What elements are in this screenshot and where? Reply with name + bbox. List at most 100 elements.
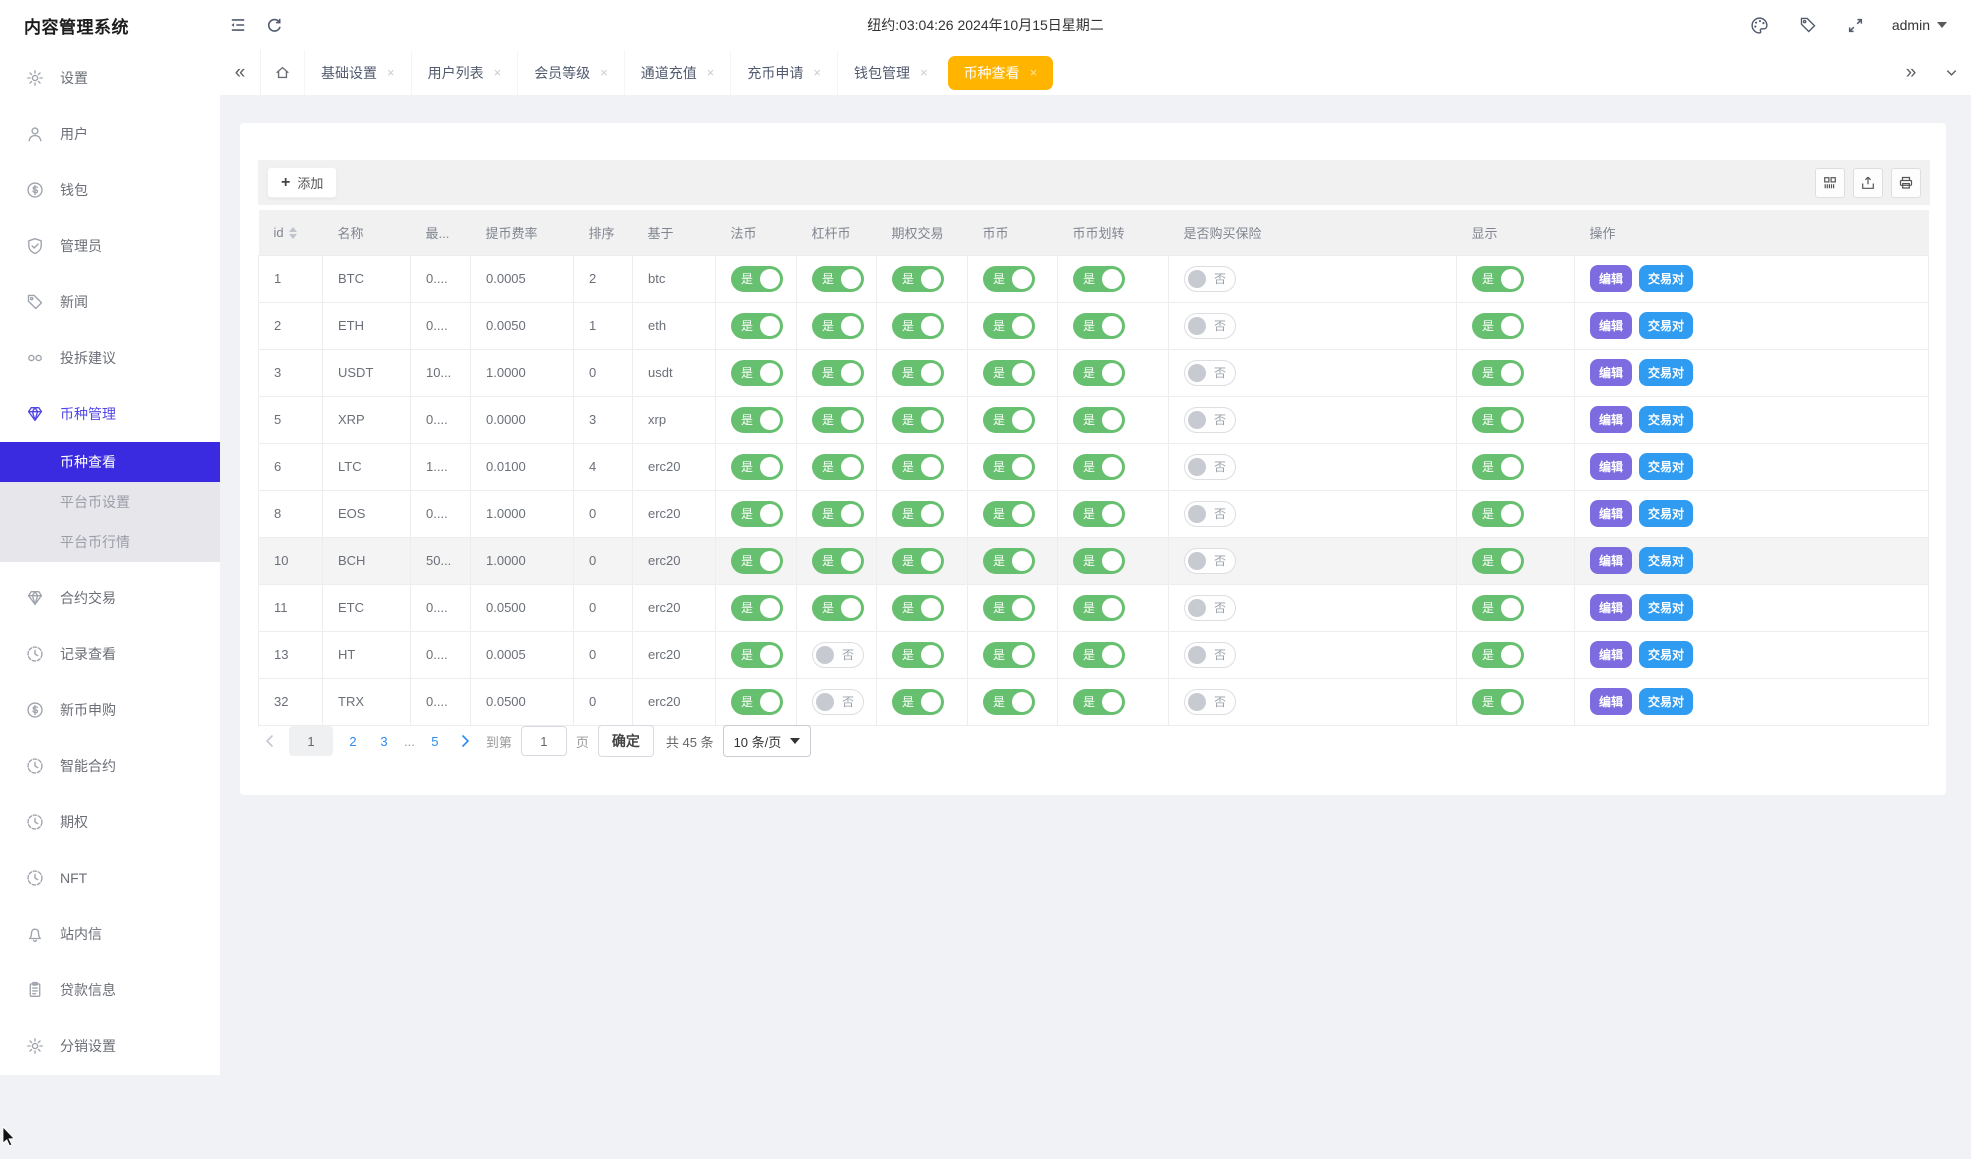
sidebar-item-users[interactable]: 用户 (0, 106, 220, 162)
lever-toggle[interactable]: 是 (812, 501, 864, 527)
column-header-13[interactable]: 操作 (1575, 210, 1929, 255)
option-toggle[interactable]: 是 (892, 360, 944, 386)
column-header-7[interactable]: 杠杆币 (797, 210, 877, 255)
close-tab-icon[interactable]: × (920, 65, 928, 80)
close-tab-icon[interactable]: × (600, 65, 608, 80)
transfer-toggle[interactable]: 是 (1073, 360, 1125, 386)
column-header-4[interactable]: 排序 (574, 210, 633, 255)
per-page-select[interactable]: 10 条/页 (723, 725, 812, 757)
tabs-scroll-right-icon[interactable]: » (1891, 50, 1931, 95)
page-link[interactable]: 2 (342, 734, 364, 749)
transfer-toggle[interactable]: 是 (1073, 595, 1125, 621)
column-header-12[interactable]: 显示 (1457, 210, 1575, 255)
lever-toggle[interactable]: 否 (812, 689, 864, 715)
theme-palette-icon[interactable] (1742, 7, 1778, 43)
sidebar-item-news[interactable]: 新闻 (0, 274, 220, 330)
tabs-menu-icon[interactable] (1931, 50, 1971, 95)
current-page[interactable]: 1 (289, 726, 333, 756)
fiat-toggle[interactable]: 是 (731, 313, 783, 339)
fiat-toggle[interactable]: 是 (731, 360, 783, 386)
transfer-toggle[interactable]: 是 (1073, 548, 1125, 574)
fiat-toggle[interactable]: 是 (731, 454, 783, 480)
fiat-toggle[interactable]: 是 (731, 407, 783, 433)
fiat-toggle[interactable]: 是 (731, 689, 783, 715)
close-tab-icon[interactable]: × (494, 65, 502, 80)
lever-toggle[interactable]: 是 (812, 548, 864, 574)
edit-button[interactable]: 编辑 (1590, 594, 1632, 621)
show-toggle[interactable]: 是 (1472, 501, 1524, 527)
option-toggle[interactable]: 是 (892, 501, 944, 527)
trading-pair-button[interactable]: 交易对 (1639, 406, 1693, 433)
fiat-toggle[interactable]: 是 (731, 266, 783, 292)
close-tab-icon[interactable]: × (1030, 65, 1038, 80)
edit-button[interactable]: 编辑 (1590, 641, 1632, 668)
lever-toggle[interactable]: 是 (812, 313, 864, 339)
export-icon[interactable] (1853, 168, 1883, 198)
coin-toggle[interactable]: 是 (983, 595, 1035, 621)
show-toggle[interactable]: 是 (1472, 595, 1524, 621)
collapse-sidebar-icon[interactable] (220, 7, 256, 43)
print-icon[interactable] (1891, 168, 1921, 198)
edit-button[interactable]: 编辑 (1590, 547, 1632, 574)
coin-toggle[interactable]: 是 (983, 454, 1035, 480)
edit-button[interactable]: 编辑 (1590, 500, 1632, 527)
transfer-toggle[interactable]: 是 (1073, 454, 1125, 480)
column-header-10[interactable]: 币币划转 (1058, 210, 1169, 255)
page-link[interactable]: 3 (373, 734, 395, 749)
tab-channel-recharge[interactable]: 通道充值× (624, 50, 731, 95)
sort-icon[interactable] (289, 227, 297, 239)
insurance-toggle[interactable]: 否 (1184, 548, 1236, 574)
sidebar-item-settings[interactable]: 设置 (0, 50, 220, 106)
trading-pair-button[interactable]: 交易对 (1639, 453, 1693, 480)
sidebar-item-distribution-settings[interactable]: 分销设置 (0, 1018, 220, 1074)
fullscreen-icon[interactable] (1838, 7, 1874, 43)
coin-toggle[interactable]: 是 (983, 266, 1035, 292)
lever-toggle[interactable]: 是 (812, 454, 864, 480)
sidebar-item-record-view[interactable]: 记录查看 (0, 626, 220, 682)
page-link[interactable]: 5 (424, 734, 446, 749)
column-header-9[interactable]: 币币 (968, 210, 1058, 255)
tab-coin-view[interactable]: 币种查看× (948, 56, 1054, 90)
trading-pair-button[interactable]: 交易对 (1639, 547, 1693, 574)
trading-pair-button[interactable]: 交易对 (1639, 265, 1693, 292)
coin-toggle[interactable]: 是 (983, 642, 1035, 668)
column-header-6[interactable]: 法币 (716, 210, 797, 255)
coin-toggle[interactable]: 是 (983, 407, 1035, 433)
fiat-toggle[interactable]: 是 (731, 501, 783, 527)
option-toggle[interactable]: 是 (892, 595, 944, 621)
option-toggle[interactable]: 是 (892, 548, 944, 574)
coin-toggle[interactable]: 是 (983, 501, 1035, 527)
coin-toggle[interactable]: 是 (983, 313, 1035, 339)
sidebar-item-site-messages[interactable]: 站内信 (0, 906, 220, 962)
insurance-toggle[interactable]: 否 (1184, 313, 1236, 339)
sidebar-item-contract-trading[interactable]: 合约交易 (0, 570, 220, 626)
close-tab-icon[interactable]: × (387, 65, 395, 80)
sidebar-item-nft[interactable]: NFT (0, 850, 220, 906)
show-toggle[interactable]: 是 (1472, 407, 1524, 433)
close-tab-icon[interactable]: × (707, 65, 715, 80)
column-header-5[interactable]: 基于 (633, 210, 716, 255)
confirm-button[interactable]: 确定 (598, 725, 654, 757)
edit-button[interactable]: 编辑 (1590, 359, 1632, 386)
insurance-toggle[interactable]: 否 (1184, 642, 1236, 668)
transfer-toggle[interactable]: 是 (1073, 407, 1125, 433)
lever-toggle[interactable]: 是 (812, 360, 864, 386)
sidebar-item-feedback[interactable]: 投拆建议 (0, 330, 220, 386)
sidebar-item-smart-contract[interactable]: 智能合约 (0, 738, 220, 794)
trading-pair-button[interactable]: 交易对 (1639, 641, 1693, 668)
show-toggle[interactable]: 是 (1472, 454, 1524, 480)
lever-toggle[interactable]: 是 (812, 595, 864, 621)
column-header-8[interactable]: 期权交易 (877, 210, 968, 255)
sidebar-item-loan-info[interactable]: 贷款信息 (0, 962, 220, 1018)
insurance-toggle[interactable]: 否 (1184, 689, 1236, 715)
show-toggle[interactable]: 是 (1472, 548, 1524, 574)
show-toggle[interactable]: 是 (1472, 266, 1524, 292)
sidebar-item-options[interactable]: 期权 (0, 794, 220, 850)
trading-pair-button[interactable]: 交易对 (1639, 359, 1693, 386)
sidebar-item-admins[interactable]: 管理员 (0, 218, 220, 274)
transfer-toggle[interactable]: 是 (1073, 313, 1125, 339)
insurance-toggle[interactable]: 否 (1184, 501, 1236, 527)
coin-toggle[interactable]: 是 (983, 360, 1035, 386)
columns-grid-icon[interactable] (1815, 168, 1845, 198)
sidebar-item-new-coin-subscribe[interactable]: 新币申购 (0, 682, 220, 738)
